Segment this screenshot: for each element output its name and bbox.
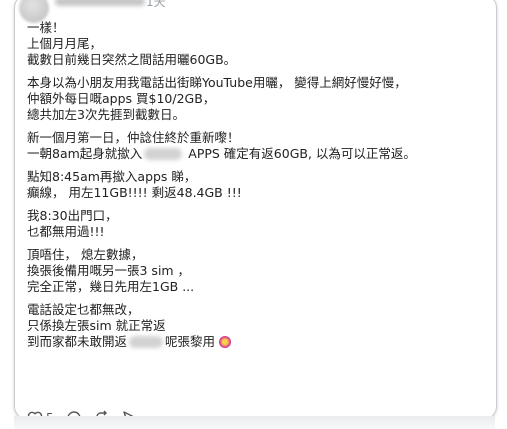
text-segment: 到而家都未敢開返 [27,334,128,349]
paragraph: 頂唔住， 熄左數據， 換張後備用嘅另一張3 sim ， 完全正常，幾日先用左1G… [27,247,467,295]
text-segment: APPS 確定有返60GB, 以為可以正常返。 [184,146,416,161]
text-segment: 呢張黎用 [165,334,216,349]
text-line: 乜都無用過!!! [27,224,105,239]
paragraph: 一樣！ 上個月月尾， 截數日前幾日突然之間話用曬60GB。 [27,20,467,68]
text-line-with-redaction: 到而家都未敢開返 呢張黎用 [27,334,467,350]
paragraph: 點知8:45am再撳入apps 睇， 癲線， 用左11GB!!!! 剩返48.4… [27,169,467,201]
text-line: 換張後備用嘅另一張3 sim ， [27,263,191,278]
text-line: 上個月月尾， [27,36,103,51]
redacted-text [144,148,183,160]
text-line: 頂唔住， 熄左數據， [27,247,144,262]
post-body: 一樣！ 上個月月尾， 截數日前幾日突然之間話用曬60GB。 本身以為小朋友用我電… [27,20,467,357]
grimace-emoji-icon [219,336,232,348]
paragraph: 本身以為小朋友用我電話出街睇YouTube用曬， 變得上網好慢好慢， 仲額外每日… [27,75,467,123]
text-line: 新一個月第一日，仲諗住終於重新嚟！ [27,130,240,145]
username-redacted[interactable] [55,0,145,6]
text-line: 一樣！ [27,20,65,35]
text-line: 仲額外每日嘅apps 買$10/2GB， [27,91,216,106]
paragraph: 新一個月第一日，仲諗住終於重新嚟！ 一朝8am起身就撳入 APPS 確定有返60… [27,130,467,162]
text-line: 總共加左3次先捱到截數日。 [27,107,185,122]
text-line: 截數日前幾日突然之間話用曬60GB。 [27,52,237,67]
text-line: 本身以為小朋友用我電話出街睇YouTube用曬， 變得上網好慢好慢， [27,75,407,90]
text-line: 癲線， 用左11GB!!!! 剩返48.4GB !!! [27,185,242,200]
redacted-text [129,336,164,348]
text-line: 完全正常，幾日先用左1GB ... [27,279,195,294]
text-line-with-redaction: 一朝8am起身就撳入 APPS 確定有返60GB, 以為可以正常返。 [27,146,467,162]
text-segment: 一朝8am起身就撳入 [27,146,143,161]
text-line: 我8:30出門口， [27,208,118,223]
screenshot-frame: 1天 一樣！ 上個月月尾， 截數日前幾日突然之間話用曬60GB。 本身以為小朋友… [0,0,507,429]
paragraph: 電話設定乜都無改， 只係換左張sim 就正常返 到而家都未敢開返 呢張黎用 [27,302,467,350]
card-bottom-edge [14,416,495,429]
text-line: 只係換左張sim 就正常返 [27,318,166,333]
post-timestamp: 1天 [146,0,166,9]
paragraph: 我8:30出門口， 乜都無用過!!! [27,208,467,240]
text-line: 點知8:45am再撳入apps 睇， [27,169,197,184]
text-line: 電話設定乜都無改， [27,302,140,317]
